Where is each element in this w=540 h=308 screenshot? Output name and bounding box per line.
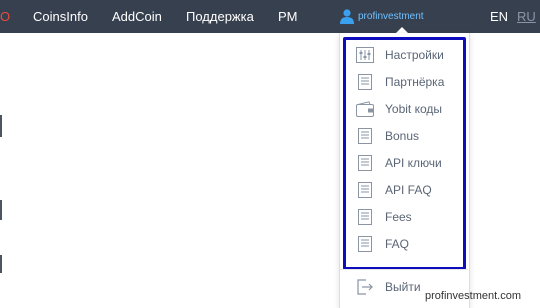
document-icon [358,128,372,144]
left-edge-mark [0,255,2,273]
lang-ru-link[interactable]: RU [517,0,536,33]
menu-item-api-keys[interactable]: API ключи [356,153,462,173]
left-edge-mark [0,115,2,137]
menu-item-yobit-codes[interactable]: Yobit коды [356,99,462,119]
nav-item-coinsinfo[interactable]: CoinsInfo [33,0,88,33]
menu-item-label: Bonus [385,129,420,143]
menu-item-label: Партнёрка [385,75,445,89]
user-icon [340,9,354,24]
watermark-text: profinvestment.com [425,290,521,302]
document-icon [358,236,372,252]
settings-icon [356,47,374,63]
menu-item-label: Выйти [385,280,421,294]
menu-divider [340,269,468,270]
menu-item-partners[interactable]: Партнёрка [356,72,462,92]
nav-item-support[interactable]: Поддержка [186,0,254,33]
logout-icon [357,279,373,295]
menu-item-fees[interactable]: Fees [356,207,462,227]
document-icon [358,209,372,225]
menu-item-faq[interactable]: FAQ [356,234,462,254]
nav-item-partial[interactable]: O [0,0,10,33]
left-edge-mark [0,200,2,220]
menu-item-api-faq[interactable]: API FAQ [356,180,462,200]
menu-item-label: FAQ [385,237,410,251]
menu-item-label: Настройки [385,48,444,62]
menu-item-label: Yobit коды [385,102,443,116]
nav-item-pm[interactable]: PM [278,0,298,33]
menu-item-settings[interactable]: Настройки [356,45,462,65]
wallet-icon [356,101,374,117]
menu-item-label: API ключи [385,156,442,170]
nav-item-addcoin[interactable]: AddCoin [112,0,162,33]
document-icon [358,155,372,171]
menu-item-label: API FAQ [385,183,432,197]
username-label: profinvestment [358,11,424,22]
lang-en-link[interactable]: EN [490,0,508,33]
document-icon [358,74,372,90]
menu-item-bonus[interactable]: Bonus [356,126,462,146]
top-nav-bar: O CoinsInfo AddCoin Поддержка PM profinv… [0,0,540,33]
menu-item-label: Fees [385,210,412,224]
document-icon [358,182,372,198]
